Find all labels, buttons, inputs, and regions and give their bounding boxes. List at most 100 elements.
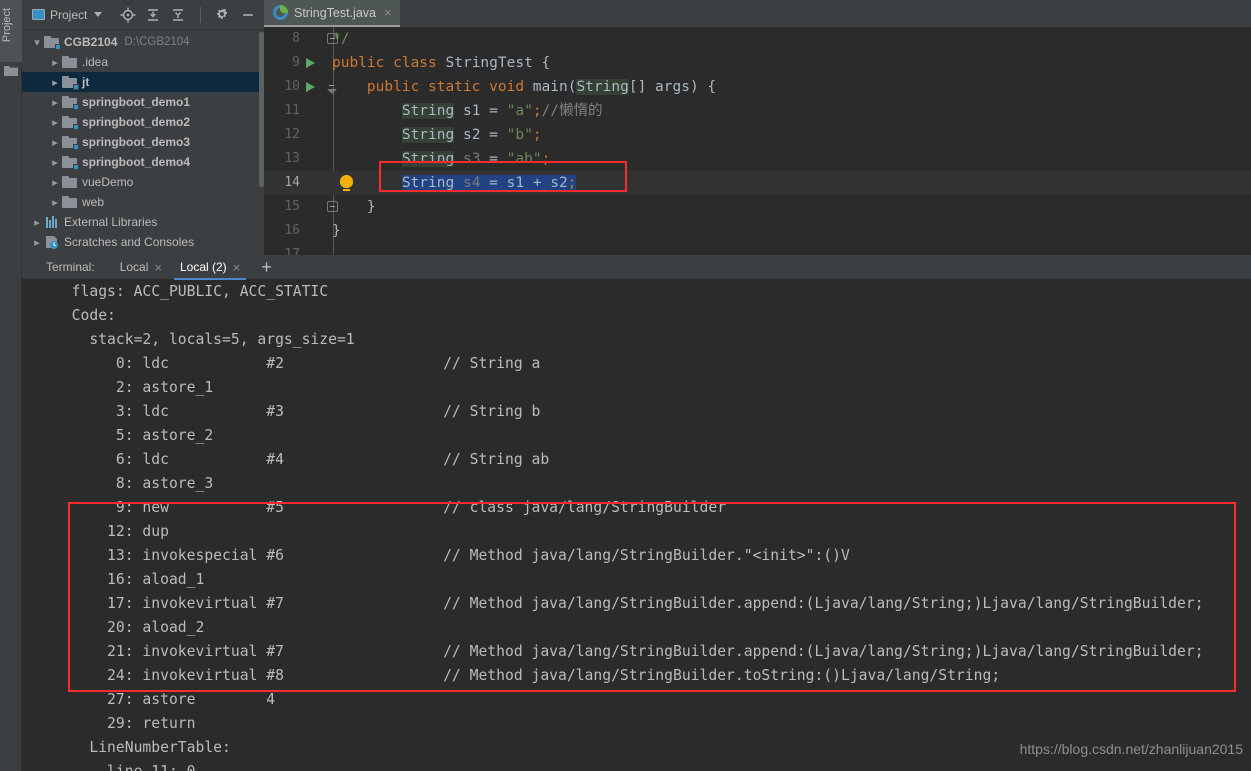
terminal-output-line: 21: invokevirtual #7 // Method java/lang…: [54, 643, 1204, 660]
project-toolbar-title: Project: [50, 7, 88, 22]
idea-window: Project Project ▾ CGB2104 D:\CGB2104 ▸ .…: [0, 0, 1251, 771]
terminal-output-line: 5: astore_2: [54, 427, 214, 444]
line-number: 15: [284, 199, 300, 214]
code-token: "a": [506, 103, 533, 119]
chevron-down-icon[interactable]: [30, 36, 44, 49]
tree-node-cgb2104[interactable]: CGB2104 D:\CGB2104: [22, 32, 264, 52]
chevron-right-icon[interactable]: [48, 196, 62, 209]
code-line[interactable]: 14 String s4 = s1 + s2;: [264, 171, 1251, 195]
terminal-output-line: 13: invokespecial #6 // Method java/lang…: [54, 547, 850, 564]
terminal-tab-local-2-[interactable]: Local (2) ×: [171, 255, 249, 280]
tree-node-label: springboot_demo3: [82, 135, 191, 149]
code-line[interactable]: 13 String s3 = "ab";: [264, 147, 1251, 171]
code-token: }: [332, 199, 376, 215]
code-token: {: [532, 55, 551, 71]
tree-node--idea[interactable]: .idea: [22, 52, 264, 72]
run-gutter-icon[interactable]: [306, 58, 315, 68]
chevron-right-icon[interactable]: [48, 176, 62, 189]
line-number: 14: [284, 175, 300, 190]
folder-strip-icon[interactable]: [4, 64, 18, 76]
run-gutter-icon[interactable]: [306, 82, 315, 92]
collapse-all-icon[interactable]: [170, 7, 186, 23]
code-token: StringTest: [445, 55, 533, 71]
tree-node-external-libraries[interactable]: External Libraries: [22, 212, 264, 232]
code-token: = s1 + s2: [480, 175, 568, 191]
tool-window-tab-project[interactable]: Project: [0, 0, 22, 62]
chevron-right-icon[interactable]: [48, 56, 62, 69]
terminal-output-line: 0: ldc #2 // String a: [54, 355, 541, 372]
code-token: "b": [506, 127, 533, 143]
code-line[interactable]: 10 public static void main(String[] args…: [264, 75, 1251, 99]
chevron-right-icon[interactable]: [48, 76, 62, 89]
terminal-tab-local[interactable]: Local ×: [111, 255, 171, 280]
chevron-right-icon[interactable]: [48, 96, 62, 109]
module-folder-icon: [62, 75, 79, 90]
code-line[interactable]: 9 public class StringTest {: [264, 51, 1251, 75]
terminal-output-line: Code:: [54, 307, 116, 324]
project-view-icon: [32, 9, 45, 20]
terminal-output-line: 8: astore_3: [54, 475, 214, 492]
project-view-selector[interactable]: Project: [28, 6, 106, 24]
settings-gear-icon[interactable]: [215, 7, 231, 23]
code-token: String: [401, 127, 455, 143]
terminal-tab-label: Local: [119, 260, 149, 274]
terminal-label: Terminal:: [46, 260, 95, 274]
code-token: ;: [532, 127, 542, 143]
code-line[interactable]: 17: [264, 243, 1251, 255]
code-token: s1 =: [454, 103, 507, 119]
code-token: s3: [462, 151, 481, 167]
watermark-url: https://blog.csdn.net/zhanlijuan2015: [1019, 741, 1243, 757]
line-number: 11: [284, 103, 300, 118]
code-token: static: [428, 79, 490, 95]
locate-icon[interactable]: [120, 7, 136, 23]
chevron-right-icon[interactable]: [48, 136, 62, 149]
close-icon[interactable]: ×: [233, 260, 241, 275]
tree-node-vuedemo[interactable]: vueDemo: [22, 172, 264, 192]
code-line[interactable]: 12 String s2 = "b";: [264, 123, 1251, 147]
code-token: =: [480, 151, 507, 167]
module-folder-icon: [62, 135, 79, 150]
tree-node-web[interactable]: web: [22, 192, 264, 212]
terminal-tool-window: Terminal: Local × Local (2) × + flags: ACC_…: [22, 255, 1251, 771]
editor-text-area[interactable]: 8 */9 public class StringTest {10 public s…: [264, 27, 1251, 255]
code-line-text: public class StringTest {: [332, 51, 550, 75]
code-token: s2 =: [454, 127, 507, 143]
editor-tab-stringtest[interactable]: StringTest.java ×: [264, 0, 400, 27]
code-line[interactable]: 8 */: [264, 27, 1251, 51]
code-token: s4: [462, 175, 481, 191]
project-tree[interactable]: CGB2104 D:\CGB2104 .idea jt springboot_demo1…: [22, 30, 264, 255]
terminal-output[interactable]: flags: ACC_PUBLIC, ACC_STATIC Code: stac…: [22, 280, 1251, 771]
chevron-right-icon[interactable]: [30, 236, 44, 249]
tree-node-label: vueDemo: [82, 175, 134, 189]
code-token: //懒惰的: [541, 103, 603, 119]
chevron-right-icon[interactable]: [30, 216, 44, 229]
add-terminal-tab-button[interactable]: +: [253, 258, 280, 276]
code-line[interactable]: 11 String s1 = "a";//懒惰的: [264, 99, 1251, 123]
tree-node-scratches-and-consoles[interactable]: Scratches and Consoles: [22, 232, 264, 252]
line-number: 16: [284, 223, 300, 238]
terminal-output-line: 16: aload_1: [54, 571, 205, 588]
code-token: String: [401, 151, 455, 167]
code-token: [454, 175, 463, 191]
close-icon[interactable]: ×: [154, 260, 162, 275]
tree-node-label: springboot_demo4: [82, 155, 191, 169]
tree-node-springboot-demo1[interactable]: springboot_demo1: [22, 92, 264, 112]
line-number: 8: [292, 31, 300, 46]
tree-node-label: .idea: [82, 55, 109, 69]
terminal-tab-bar: Terminal: Local × Local (2) × +: [22, 255, 1251, 280]
tree-node-jt[interactable]: jt: [22, 72, 264, 92]
close-icon[interactable]: ×: [384, 6, 392, 19]
chevron-right-icon[interactable]: [48, 116, 62, 129]
tree-node-label: web: [82, 195, 105, 209]
code-editor: StringTest.java × 8 */ 9 public class Strin…: [264, 0, 1251, 255]
minimize-icon[interactable]: [240, 7, 256, 23]
code-token: ;: [541, 151, 551, 167]
tree-node-springboot-demo3[interactable]: springboot_demo3: [22, 132, 264, 152]
tree-node-springboot-demo2[interactable]: springboot_demo2: [22, 112, 264, 132]
chevron-right-icon[interactable]: [48, 156, 62, 169]
tree-node-springboot-demo4[interactable]: springboot_demo4: [22, 152, 264, 172]
code-line[interactable]: 16}: [264, 219, 1251, 243]
expand-all-icon[interactable]: [145, 7, 161, 23]
code-line[interactable]: 15 }: [264, 195, 1251, 219]
terminal-output-line: flags: ACC_PUBLIC, ACC_STATIC: [54, 283, 329, 300]
